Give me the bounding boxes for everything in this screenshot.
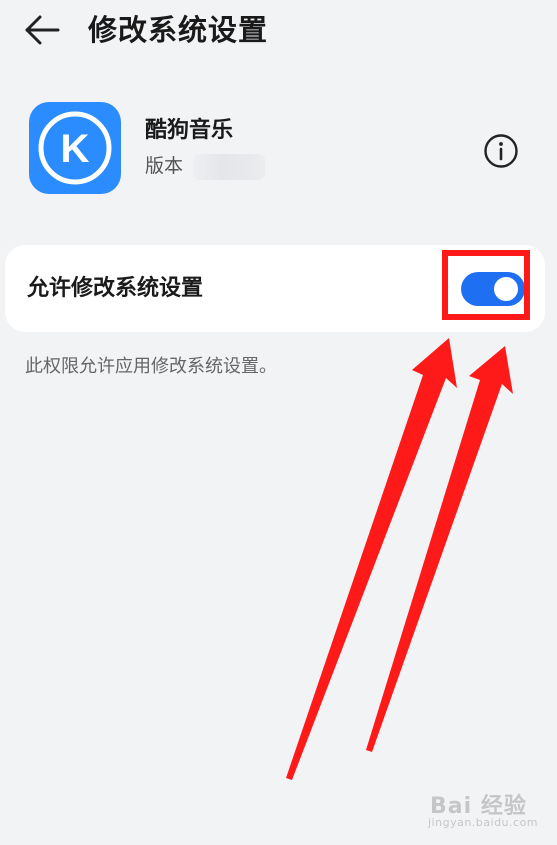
annotation-arrows <box>286 338 513 780</box>
baidu-jingyan-watermark: Bai 经验 jingyan.baidu.com <box>418 786 548 836</box>
annotation-arrow-right <box>366 346 513 752</box>
watermark-url: jingyan.baidu.com <box>428 816 539 829</box>
